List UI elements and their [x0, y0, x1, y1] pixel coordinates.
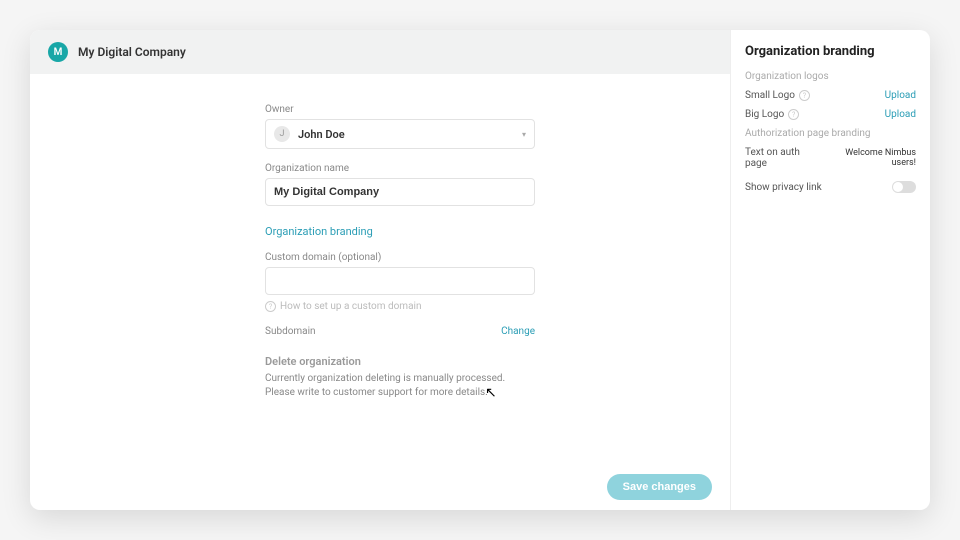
- small-logo-text: Small Logo: [745, 90, 795, 101]
- org-name-input[interactable]: [265, 178, 535, 206]
- auth-text-label: Text on auth page: [745, 147, 819, 169]
- custom-domain-label: Custom domain (optional): [265, 252, 535, 263]
- help-icon[interactable]: ?: [799, 90, 810, 101]
- upload-small-logo-link[interactable]: Upload: [885, 90, 916, 101]
- branding-link[interactable]: Organization branding: [265, 225, 373, 238]
- subdomain-row: Subdomain Change: [265, 326, 535, 337]
- delete-org-heading: Delete organization: [265, 355, 535, 368]
- delete-org-text-1: Currently organization deleting is manua…: [265, 372, 535, 386]
- branding-sidebar: Organization branding Organization logos…: [730, 30, 930, 510]
- owner-name: John Doe: [298, 128, 345, 141]
- privacy-toggle[interactable]: [892, 181, 916, 193]
- auth-text-value[interactable]: Welcome Nimbus users!: [825, 148, 916, 168]
- privacy-toggle-row: Show privacy link: [745, 181, 916, 193]
- custom-domain-help-row[interactable]: ? How to set up a custom domain: [265, 301, 535, 312]
- owner-select[interactable]: J John Doe ▾: [265, 119, 535, 149]
- big-logo-text: Big Logo: [745, 109, 784, 120]
- sidebar-title: Organization branding: [745, 44, 916, 59]
- small-logo-row: Small Logo ? Upload: [745, 90, 916, 101]
- save-button[interactable]: Save changes: [607, 474, 712, 500]
- form-area: Owner J John Doe ▾ Organization name Org…: [30, 74, 730, 510]
- owner-avatar: J: [274, 126, 290, 142]
- custom-domain-input[interactable]: [265, 267, 535, 295]
- auth-text-row: Text on auth page Welcome Nimbus users!: [745, 147, 916, 169]
- settings-window: M My Digital Company Owner J John Doe ▾ …: [30, 30, 930, 510]
- custom-domain-help-text: How to set up a custom domain: [280, 301, 421, 312]
- delete-org-text-2: Please write to customer support for mor…: [265, 386, 535, 400]
- auth-section-label: Authorization page branding: [745, 128, 916, 139]
- org-avatar: M: [48, 42, 68, 62]
- privacy-label: Show privacy link: [745, 182, 822, 193]
- org-name-label: Organization name: [265, 163, 535, 174]
- header-bar: M My Digital Company: [30, 30, 730, 74]
- help-icon: ?: [265, 301, 276, 312]
- main-panel: M My Digital Company Owner J John Doe ▾ …: [30, 30, 730, 510]
- help-icon[interactable]: ?: [788, 109, 799, 120]
- org-title: My Digital Company: [78, 45, 186, 59]
- change-subdomain-link[interactable]: Change: [501, 326, 535, 337]
- upload-big-logo-link[interactable]: Upload: [885, 109, 916, 120]
- subdomain-label: Subdomain: [265, 326, 316, 337]
- big-logo-row: Big Logo ? Upload: [745, 109, 916, 120]
- big-logo-label: Big Logo ?: [745, 109, 799, 120]
- form-inner: Owner J John Doe ▾ Organization name Org…: [265, 104, 535, 500]
- logos-section-label: Organization logos: [745, 71, 916, 82]
- chevron-down-icon: ▾: [522, 130, 526, 139]
- owner-label: Owner: [265, 104, 535, 115]
- small-logo-label: Small Logo ?: [745, 90, 810, 101]
